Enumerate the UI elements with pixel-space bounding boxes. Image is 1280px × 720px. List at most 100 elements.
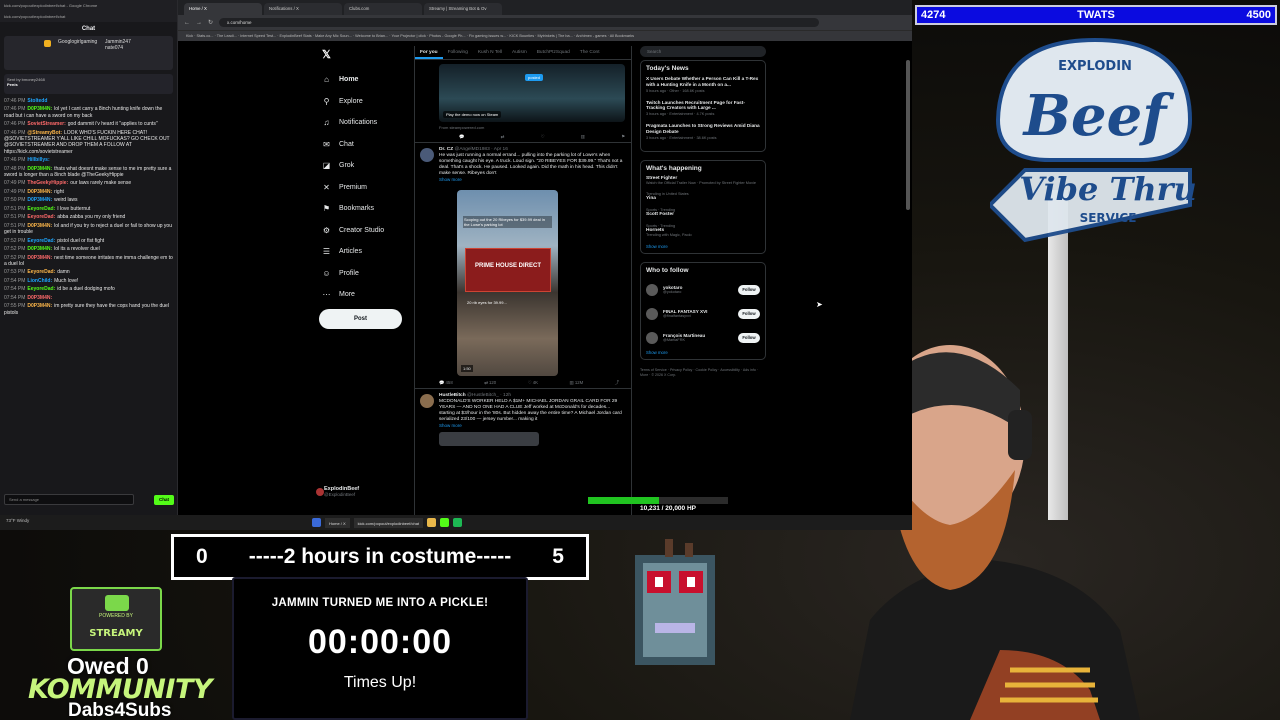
follow-suggestion[interactable]: François Martineau @MartiaFRK Follow bbox=[646, 326, 760, 350]
chat-username[interactable]: EeyoreDad: bbox=[27, 269, 55, 275]
repost-icon[interactable]: ⇄ bbox=[501, 134, 505, 140]
chat-username[interactable]: Hillbillys: bbox=[27, 157, 49, 163]
tweet-author[interactable]: Dr. CZ bbox=[439, 147, 453, 152]
follow-show-more[interactable]: Show more bbox=[646, 350, 760, 355]
follow-button[interactable]: Follow bbox=[738, 284, 760, 295]
chat-username[interactable]: EeyoreDad: bbox=[27, 214, 55, 220]
chat-message[interactable]: 07:49 PM TheGeekyHippie: our laws rarely m… bbox=[4, 180, 173, 186]
chat-message[interactable]: 07:51 PM D0P3M4N: lol and if you try to re… bbox=[4, 223, 173, 236]
show-more-link[interactable]: Show more bbox=[439, 423, 625, 428]
promo-source[interactable]: From steampowered.com bbox=[439, 125, 631, 130]
chat-message-list[interactable]: 07:46 PM Stoltedd 07:46 PM D0P3M4N: lol yet … bbox=[0, 98, 177, 316]
nav-item-creator-studio[interactable]: ⚙ Creator Studio bbox=[318, 220, 408, 242]
spotify-icon[interactable] bbox=[453, 518, 463, 527]
chat-send-button[interactable]: Chat bbox=[154, 495, 174, 505]
back-icon[interactable]: ← bbox=[184, 20, 190, 26]
trends-show-more[interactable]: Show more bbox=[646, 244, 760, 249]
share-icon[interactable]: ⤴ bbox=[615, 380, 619, 386]
nav-item-more[interactable]: ⋯ More bbox=[318, 284, 408, 306]
chat-message[interactable]: 07:55 PM D0P3M4N: im pretty sure they have… bbox=[4, 303, 173, 316]
avatar[interactable] bbox=[646, 283, 658, 296]
x-search-input[interactable]: Search bbox=[640, 46, 766, 57]
tweet[interactable]: HustleBitch @HustleBitch_ · 12h MCDONALD… bbox=[415, 388, 631, 446]
chat-message[interactable]: 07:46 PM SovietStreamer: god dammit i'v he… bbox=[4, 121, 173, 127]
follow-suggestion[interactable]: FINAL FANTASY XVI @finalfantasyxvi Follow bbox=[646, 302, 760, 326]
account-switcher[interactable]: ExplodinBeef @ExplodinBeef bbox=[316, 486, 359, 497]
tweet-author[interactable]: HustleBitch bbox=[439, 393, 466, 398]
avatar[interactable] bbox=[420, 394, 434, 408]
chat-message[interactable]: 07:46 PM D0P3M4N: lol yet I cant carry a 8… bbox=[4, 106, 173, 119]
reply-count[interactable]: 💬 458 bbox=[439, 380, 453, 386]
bookmark-icon[interactable]: ⚑ bbox=[621, 134, 625, 140]
trend-item[interactable]: Sports · Trending Scott Foster bbox=[646, 208, 760, 217]
reload-icon[interactable]: ↻ bbox=[208, 19, 213, 26]
chat-message[interactable]: 07:52 PM D0P3M4N: lol its a revolver duel bbox=[4, 246, 173, 252]
news-item[interactable]: Twitch Launches Recruitment Page for Fas… bbox=[646, 100, 760, 117]
chat-username[interactable]: D0P3M4N: bbox=[27, 106, 52, 112]
show-more-link[interactable]: Show more bbox=[439, 177, 625, 182]
news-item[interactable]: X Users Debate Whether a Person Can Kill… bbox=[646, 76, 760, 93]
chat-username[interactable]: D0P3M4N: bbox=[27, 255, 52, 261]
chat-message[interactable]: 07:54 PM EeyoreDad: id be a duel dodging m… bbox=[4, 286, 173, 292]
nav-item-notifications[interactable]: ♫ Notifications bbox=[318, 112, 408, 134]
avatar[interactable] bbox=[646, 307, 658, 320]
chat-message[interactable]: 07:46 PM @StreamyBot: LOOK WHO'S FUCKIN HE… bbox=[4, 130, 173, 155]
nav-item-explore[interactable]: ⚲ Explore bbox=[318, 91, 408, 113]
chat-username[interactable]: @StreamyBot: bbox=[27, 130, 62, 136]
nav-item-premium[interactable]: ✕ Premium bbox=[318, 177, 408, 199]
avatar[interactable] bbox=[420, 148, 434, 162]
x-logo-icon[interactable]: 𝕏 bbox=[322, 48, 408, 61]
chat-username[interactable]: D0P3M4N: bbox=[27, 303, 52, 309]
feed-tab[interactable]: ButchPtzSquad bbox=[532, 46, 575, 59]
chat-username[interactable]: EeyoreDad: bbox=[27, 286, 55, 292]
chat-username[interactable]: Stoltedd bbox=[27, 98, 47, 104]
avatar[interactable] bbox=[646, 331, 658, 344]
repost-count[interactable]: ⇄ 120 bbox=[484, 380, 496, 386]
nav-item-bookmarks[interactable]: ⚑ Bookmarks bbox=[318, 198, 408, 220]
pinned-message[interactable]: Sent by bmoney2468 Penis bbox=[4, 74, 173, 94]
promoted-media[interactable]: posted Play the demo now on Steam bbox=[439, 64, 625, 122]
trend-item[interactable]: Sports · Trending Hornets Trending with Ma… bbox=[646, 224, 760, 237]
nav-item-articles[interactable]: ☰ Articles bbox=[318, 241, 408, 263]
chat-username[interactable]: D0P3M4N: bbox=[27, 295, 52, 301]
forward-icon[interactable]: → bbox=[196, 20, 202, 26]
kick-icon[interactable] bbox=[440, 518, 450, 527]
chat-username[interactable]: D0P3M4N: bbox=[27, 197, 52, 203]
reply-icon[interactable]: 💬 bbox=[459, 134, 464, 140]
chat-message[interactable]: 07:46 PM Hillbillys: bbox=[4, 157, 173, 163]
feed-tab[interactable]: The Cont bbox=[575, 46, 605, 59]
chat-username[interactable]: SovietStreamer: bbox=[27, 121, 65, 127]
chat-message[interactable]: 07:50 PM D0P3M4N: weird laws bbox=[4, 197, 173, 203]
feed-tab[interactable]: Kush N Tell bbox=[473, 46, 507, 59]
windows-start-icon[interactable] bbox=[312, 518, 321, 527]
chat-username[interactable]: D0P3M4N: bbox=[27, 166, 52, 172]
chat-message-input[interactable]: Send a message bbox=[4, 494, 134, 505]
chat-message[interactable]: 07:53 PM EeyoreDad: damn bbox=[4, 269, 173, 275]
tweet-media-preview[interactable] bbox=[439, 432, 539, 446]
taskbar-chrome-x[interactable]: Home / X bbox=[325, 517, 350, 528]
chat-message[interactable]: 07:54 PM LionChild: Much love! bbox=[4, 278, 173, 284]
x-footer-links[interactable]: Terms of Service · Privacy Policy · Cook… bbox=[640, 368, 766, 378]
chat-username[interactable]: TheGeekyHippie: bbox=[27, 180, 68, 186]
nav-item-home[interactable]: ⌂ Home bbox=[318, 69, 408, 91]
browser-tab[interactable]: Streamy | Streaming Bot & Ov bbox=[424, 3, 502, 15]
bookmarks-bar[interactable]: Kick · Stats.co... · The Leadi... · Inte… bbox=[178, 30, 912, 41]
nav-item-profile[interactable]: ☺ Profile bbox=[318, 263, 408, 285]
chat-username[interactable]: D0P3M4N: bbox=[27, 246, 52, 252]
like-icon[interactable]: ♡ bbox=[541, 134, 545, 140]
chat-message[interactable]: 07:51 PM EeyoreDad: abba zabba you my only… bbox=[4, 214, 173, 220]
chat-message[interactable]: 07:52 PM EeyoreDad: pistol duel or fist fi… bbox=[4, 238, 173, 244]
views-icon[interactable]: ▥ bbox=[581, 134, 585, 140]
follow-suggestion[interactable]: yokotaro @yokotaro Follow bbox=[646, 278, 760, 302]
promo-caption[interactable]: Play the demo now on Steam bbox=[443, 111, 502, 118]
chat-message[interactable]: 07:51 PM EeyoreDad: I love butternut bbox=[4, 206, 173, 212]
chat-message[interactable]: 07:49 PM D0P3M4N: right bbox=[4, 189, 173, 195]
chat-message[interactable]: 07:52 PM D0P3M4N: next time someone irrita… bbox=[4, 255, 173, 268]
tweet[interactable]: Dr. CZ @AngelMD1983 · Apr 16 He was just… bbox=[415, 142, 631, 386]
feed-tab[interactable]: Autism bbox=[507, 46, 532, 59]
follow-button[interactable]: Follow bbox=[738, 308, 760, 319]
chat-username[interactable]: EeyoreDad: bbox=[27, 206, 55, 212]
browser-tab[interactable]: Clubs.com bbox=[344, 3, 422, 15]
nav-item-grok[interactable]: ◪ Grok bbox=[318, 155, 408, 177]
folder-icon[interactable] bbox=[427, 518, 437, 527]
